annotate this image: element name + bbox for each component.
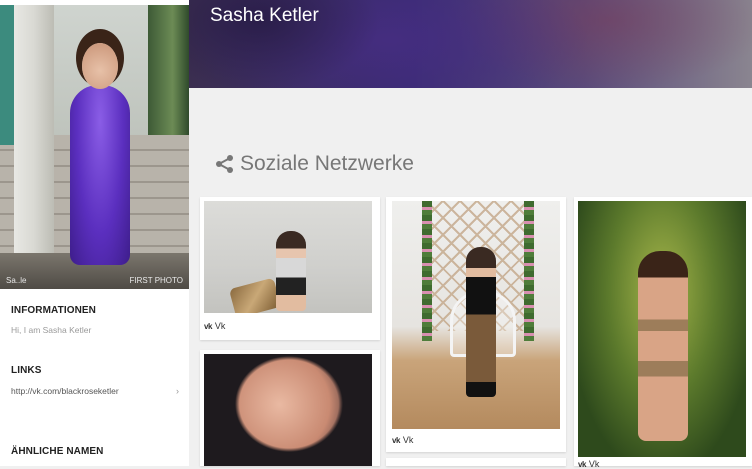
info-text: Hi, I am Sasha Ketler	[11, 325, 92, 335]
avatar-photo-dress	[70, 85, 130, 265]
social-card-photo	[204, 354, 372, 466]
profile-name: Sasha Ketler	[210, 5, 319, 26]
social-card[interactable]: vk Vk	[574, 197, 752, 469]
social-card-network: Vk	[214, 321, 226, 331]
social-card-network: Vk	[588, 459, 600, 469]
social-card-photo	[204, 201, 372, 313]
social-card-footer[interactable]: vk Vk	[392, 435, 413, 445]
avatar-photo-head	[82, 43, 118, 89]
avatar-photo-trees	[148, 5, 189, 135]
social-card-photo	[578, 201, 746, 457]
social-card[interactable]: vk Vk	[200, 197, 380, 340]
photo-person	[276, 231, 306, 311]
links-heading: LINKS	[11, 365, 42, 376]
link-item-label: http://vk.com/blackroseketler	[11, 386, 119, 396]
similar-names-heading: ÄHNLICHE NAMEN	[11, 446, 104, 457]
vk-icon: vk	[204, 321, 212, 331]
social-card-footer[interactable]: vk Vk	[578, 459, 599, 469]
social-networks-heading: Soziale Netzwerke	[215, 152, 414, 176]
photo-vine	[422, 201, 432, 341]
social-card-network: Vk	[402, 435, 414, 445]
profile-sidebar: Sa..le FIRST PHOTO INFORMATIONEN Hi, I a…	[0, 0, 189, 466]
info-section: INFORMATIONEN Hi, I am Sasha Ketler	[11, 305, 181, 335]
social-card[interactable]	[200, 350, 380, 466]
info-heading: INFORMATIONEN	[11, 305, 96, 316]
avatar-watermark-right: FIRST PHOTO	[129, 276, 184, 285]
profile-banner: Sasha Ketler	[189, 0, 752, 88]
social-card-footer[interactable]: vk Vk	[204, 321, 225, 331]
avatar-photo-pillar	[14, 5, 54, 255]
photo-vine	[524, 201, 534, 341]
vk-icon: vk	[578, 459, 586, 469]
similar-names-section: ÄHNLICHE NAMEN	[11, 446, 181, 457]
social-card-photo	[392, 201, 560, 429]
social-card[interactable]	[386, 458, 566, 466]
social-networks-title: Soziale Netzwerke	[240, 152, 414, 175]
links-section: LINKS http://vk.com/blackroseketler ›	[11, 365, 181, 396]
social-card[interactable]: vk Vk	[386, 197, 566, 452]
photo-hair	[204, 354, 372, 466]
link-item[interactable]: http://vk.com/blackroseketler ›	[11, 386, 181, 396]
photo-person	[466, 247, 496, 397]
photo-chair	[228, 277, 282, 313]
chevron-right-icon: ›	[176, 386, 179, 396]
photo-person	[638, 251, 688, 441]
vk-icon: vk	[392, 435, 400, 445]
avatar-watermark-left: Sa..le	[6, 276, 27, 285]
share-icon	[216, 155, 233, 173]
profile-avatar[interactable]: Sa..le FIRST PHOTO	[0, 5, 189, 289]
